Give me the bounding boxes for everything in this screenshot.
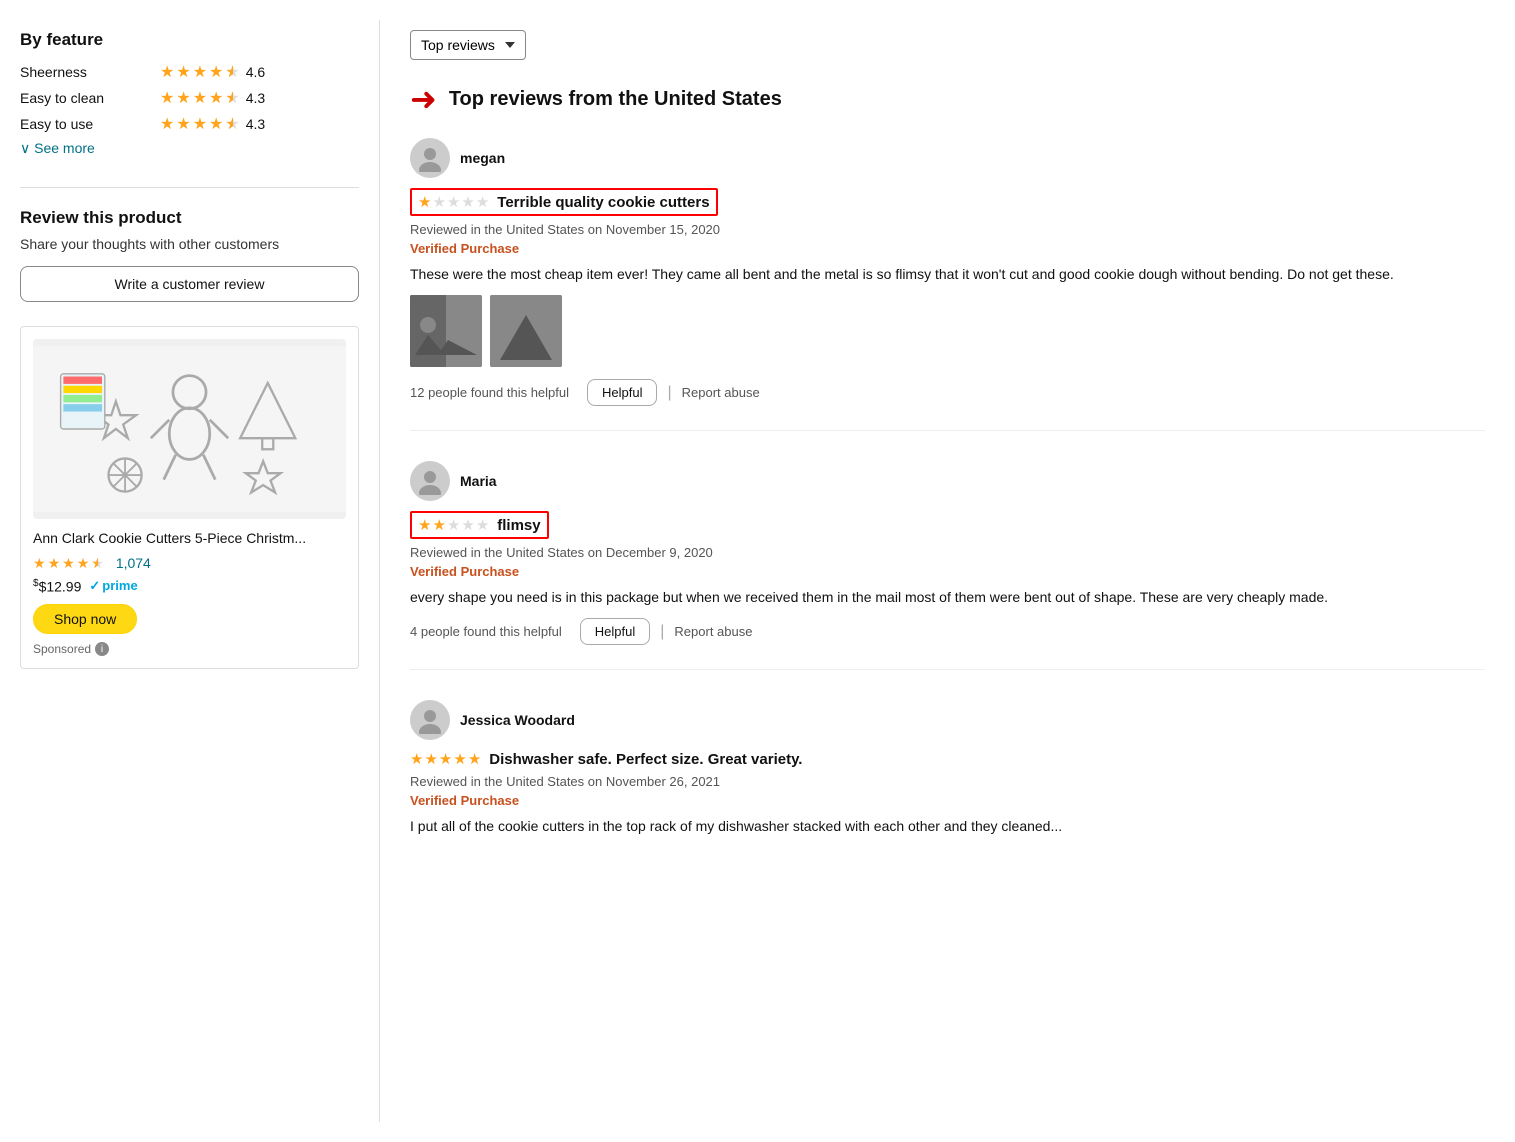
helpful-button-maria[interactable]: Helpful bbox=[580, 618, 650, 645]
rating-sheerness: 4.6 bbox=[246, 64, 265, 80]
by-feature-title: By feature bbox=[20, 30, 359, 50]
avatar-maria bbox=[410, 461, 450, 501]
review-this-product-section: Review this product Share your thoughts … bbox=[20, 187, 359, 302]
main-content: Top reviews Most recent ➜ Top reviews fr… bbox=[380, 20, 1515, 1122]
stars-easy-to-use: ★ ★ ★ ★ ★ bbox=[160, 114, 240, 134]
review-stars-maria: ★ ★ ★ ★ ★ bbox=[418, 516, 489, 534]
review-date-megan: Reviewed in the United States on Novembe… bbox=[410, 222, 1485, 237]
top-bar: Top reviews Most recent bbox=[410, 30, 1485, 60]
report-abuse-maria[interactable]: Report abuse bbox=[674, 624, 752, 639]
review-card-jessica: Jessica Woodard ★ ★ ★ ★ ★ Dishwasher saf… bbox=[410, 700, 1485, 871]
ad-rating-count[interactable]: 1,074 bbox=[116, 555, 151, 571]
red-arrow-icon: ➜ bbox=[410, 80, 437, 118]
ad-price: $$12.99 bbox=[33, 578, 81, 595]
reviewer-row-jessica: Jessica Woodard bbox=[410, 700, 1485, 740]
avatar-megan bbox=[410, 138, 450, 178]
review-body-maria: every shape you need is in this package … bbox=[410, 587, 1485, 608]
reviewer-row-maria: Maria bbox=[410, 461, 1485, 501]
reviewer-name-megan: megan bbox=[460, 150, 505, 166]
ad-stars: ★ ★ ★ ★ ★ bbox=[33, 555, 104, 572]
helpful-count-megan: 12 people found this helpful bbox=[410, 385, 569, 400]
review-body-megan: These were the most cheap item ever! The… bbox=[410, 264, 1485, 285]
review-date-maria: Reviewed in the United States on Decembe… bbox=[410, 545, 1485, 560]
sponsored-row: Sponsored i bbox=[33, 642, 346, 656]
prime-badge: ✓ prime bbox=[89, 578, 137, 594]
reviewer-name-maria: Maria bbox=[460, 473, 497, 489]
ad-rating-row: ★ ★ ★ ★ ★ 1,074 bbox=[33, 555, 346, 572]
report-abuse-megan[interactable]: Report abuse bbox=[682, 385, 760, 400]
review-section-subtitle: Share your thoughts with other customers bbox=[20, 236, 359, 252]
divider: | bbox=[667, 384, 671, 402]
helpful-row-megan: 12 people found this helpful Helpful | R… bbox=[410, 379, 1485, 406]
sponsored-text: Sponsored bbox=[33, 642, 91, 656]
rating-easy-to-use: 4.3 bbox=[246, 116, 265, 132]
helpful-row-maria: 4 people found this helpful Helpful | Re… bbox=[410, 618, 1485, 645]
ad-price-value: $12.99 bbox=[39, 578, 82, 594]
rating-easy-to-clean: 4.3 bbox=[246, 90, 265, 106]
info-icon[interactable]: i bbox=[95, 642, 109, 656]
prime-check-icon: ✓ bbox=[89, 578, 100, 594]
feature-easy-to-clean: Easy to clean ★ ★ ★ ★ ★ 4.3 bbox=[20, 88, 359, 108]
review-img-1 bbox=[410, 295, 482, 367]
shop-now-button[interactable]: Shop now bbox=[33, 604, 137, 634]
review-img-2 bbox=[490, 295, 562, 367]
stars-easy-to-clean: ★ ★ ★ ★ ★ bbox=[160, 88, 240, 108]
review-title-maria: flimsy bbox=[497, 517, 540, 534]
stars-sheerness: ★ ★ ★ ★ ★ bbox=[160, 62, 240, 82]
review-section-title: Review this product bbox=[20, 208, 359, 228]
review-title-jessica: Dishwasher safe. Perfect size. Great var… bbox=[489, 751, 802, 768]
feature-label-easy-to-clean: Easy to clean bbox=[20, 90, 160, 106]
review-title-row-maria: ★ ★ ★ ★ ★ flimsy bbox=[410, 511, 549, 539]
write-review-button[interactable]: Write a customer review bbox=[20, 266, 359, 302]
section-header: ➜ Top reviews from the United States bbox=[410, 80, 1485, 118]
feature-easy-to-use: Easy to use ★ ★ ★ ★ ★ 4.3 bbox=[20, 114, 359, 134]
review-title-row-jessica: ★ ★ ★ ★ ★ Dishwasher safe. Perfect size.… bbox=[410, 750, 802, 768]
see-more-link[interactable]: ∨ See more bbox=[20, 140, 359, 157]
review-card: megan ★ ★ ★ ★ ★ Terrible quality cookie … bbox=[410, 138, 1485, 431]
sort-dropdown[interactable]: Top reviews Most recent bbox=[410, 30, 526, 60]
review-stars-megan: ★ ★ ★ ★ ★ bbox=[418, 193, 489, 211]
feature-label-sheerness: Sheerness bbox=[20, 64, 160, 80]
review-stars-jessica: ★ ★ ★ ★ ★ bbox=[410, 750, 481, 768]
verified-megan: Verified Purchase bbox=[410, 241, 1485, 256]
review-images-megan bbox=[410, 295, 1485, 367]
feature-label-easy-to-use: Easy to use bbox=[20, 116, 160, 132]
verified-jessica: Verified Purchase bbox=[410, 793, 1485, 808]
review-body-jessica: I put all of the cookie cutters in the t… bbox=[410, 816, 1485, 837]
review-title-row-megan: ★ ★ ★ ★ ★ Terrible quality cookie cutter… bbox=[410, 188, 718, 216]
avatar-jessica bbox=[410, 700, 450, 740]
ad-price-row: $$12.99 ✓ prime bbox=[33, 578, 346, 595]
divider-maria: | bbox=[660, 623, 664, 641]
reviewer-row-megan: megan bbox=[410, 138, 1485, 178]
helpful-button-megan[interactable]: Helpful bbox=[587, 379, 657, 406]
review-date-jessica: Reviewed in the United States on Novembe… bbox=[410, 774, 1485, 789]
ad-image bbox=[33, 339, 346, 519]
review-title-megan: Terrible quality cookie cutters bbox=[497, 194, 709, 211]
helpful-count-maria: 4 people found this helpful bbox=[410, 624, 562, 639]
verified-maria: Verified Purchase bbox=[410, 564, 1485, 579]
section-title: Top reviews from the United States bbox=[449, 88, 782, 111]
prime-text: prime bbox=[102, 578, 137, 593]
reviewer-name-jessica: Jessica Woodard bbox=[460, 712, 575, 728]
feature-sheerness: Sheerness ★ ★ ★ ★ ★ 4.6 bbox=[20, 62, 359, 82]
review-card-maria: Maria ★ ★ ★ ★ ★ flimsy Reviewed in the U… bbox=[410, 461, 1485, 670]
ad-box: Ann Clark Cookie Cutters 5-Piece Christm… bbox=[20, 326, 359, 669]
ad-title: Ann Clark Cookie Cutters 5-Piece Christm… bbox=[33, 529, 346, 549]
